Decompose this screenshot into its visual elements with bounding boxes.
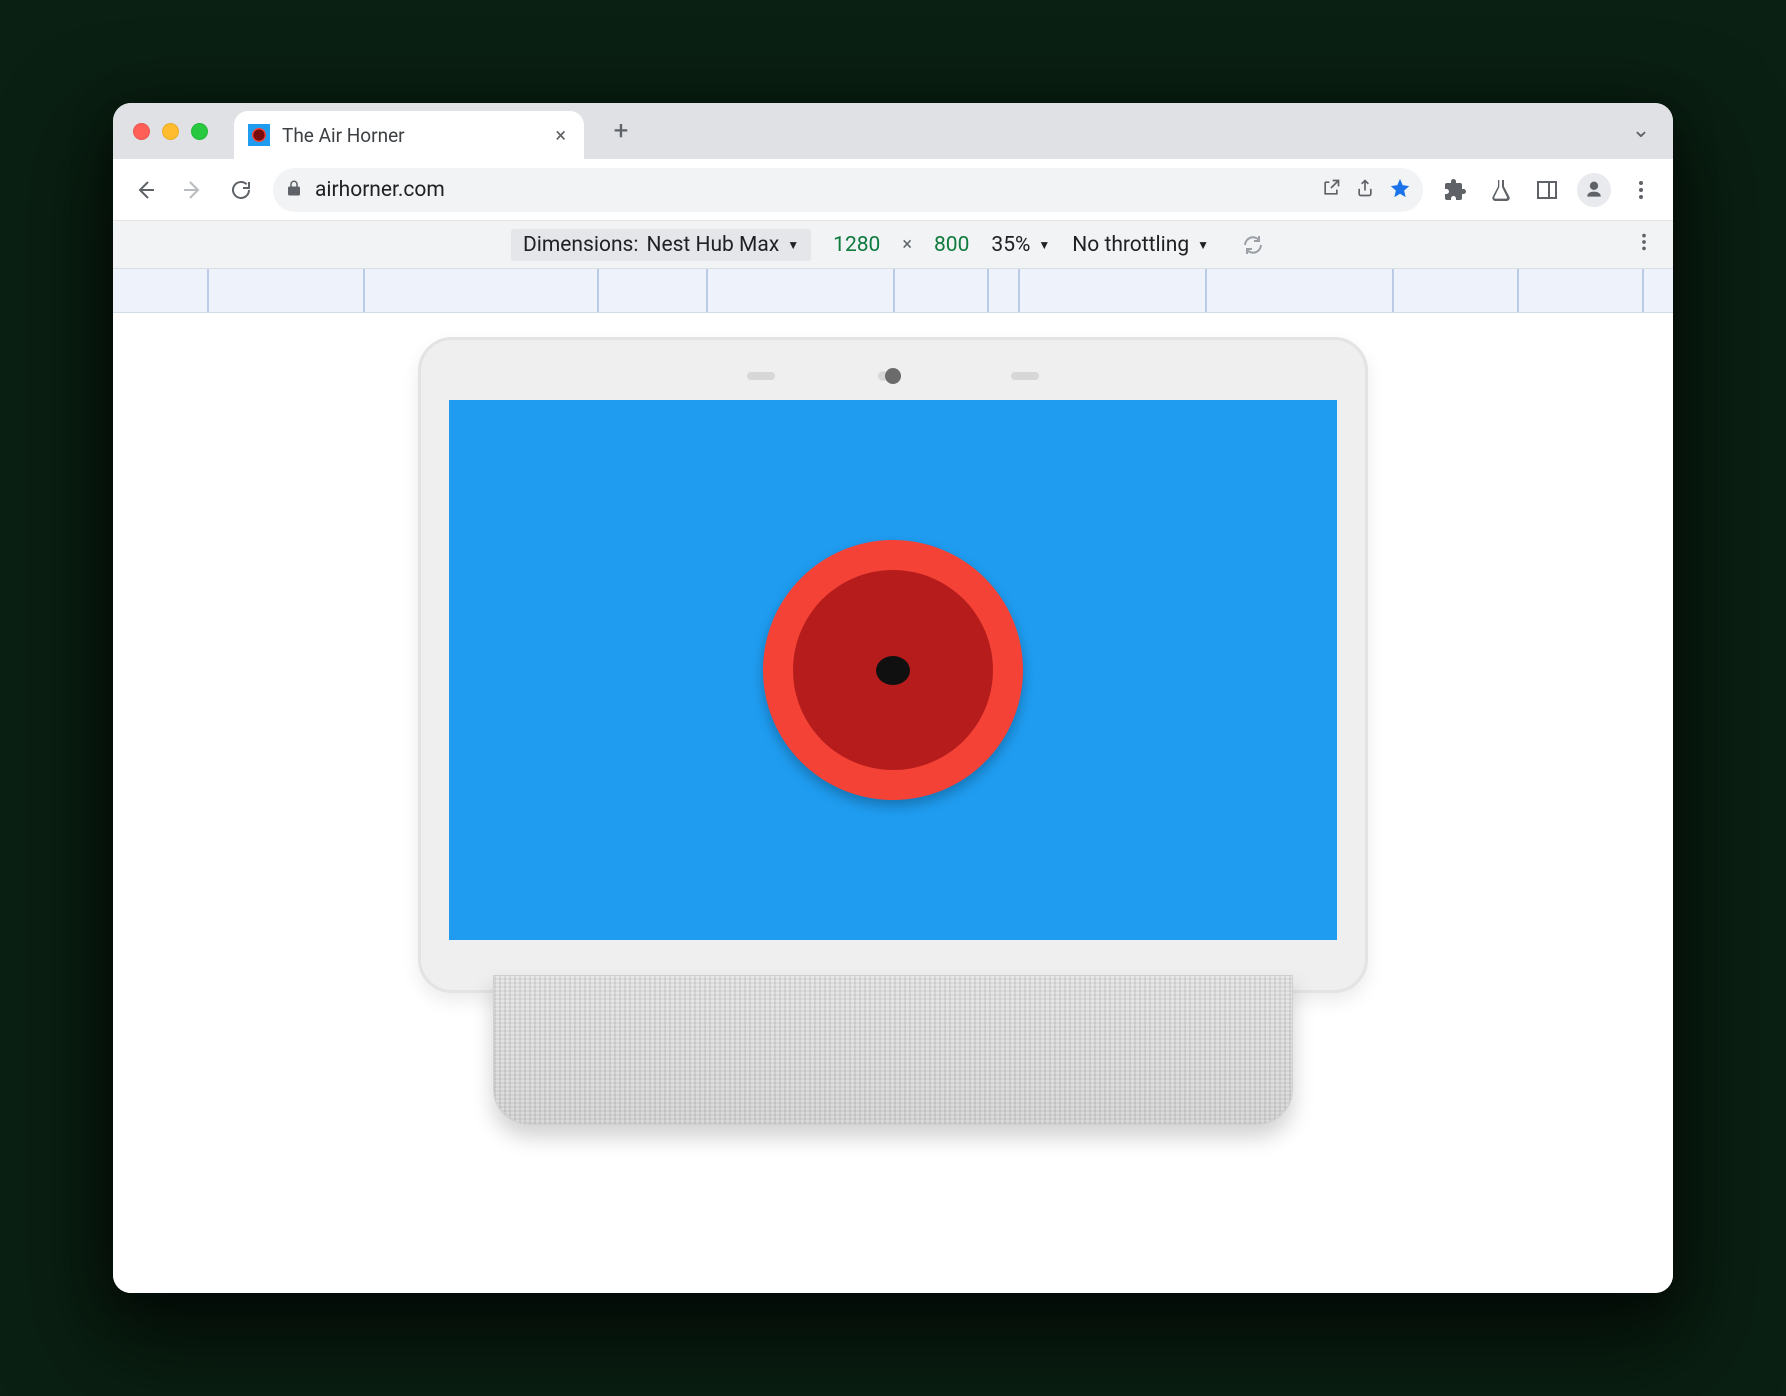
puzzle-icon (1443, 178, 1467, 202)
airhorn-button[interactable] (763, 540, 1023, 800)
lock-icon (285, 179, 303, 201)
share-icon[interactable] (1355, 178, 1375, 202)
tab-close-button[interactable]: × (555, 123, 566, 147)
media-query-ruler[interactable] (113, 269, 1673, 313)
throttling-selector[interactable]: No throttling ▼ (1072, 233, 1209, 257)
arrow-right-icon (181, 178, 205, 202)
sensor-pill-icon (1011, 372, 1039, 380)
extensions-button[interactable] (1433, 168, 1477, 212)
browser-window: The Air Horner × + airhorner.com (113, 103, 1673, 1293)
device-toolbar: Dimensions: Nest Hub Max ▼ 1280 × 800 35… (113, 221, 1673, 269)
rotate-icon (1241, 233, 1265, 257)
chrome-menu-button[interactable] (1619, 168, 1663, 212)
panel-icon (1535, 178, 1559, 202)
dimension-separator: × (902, 234, 912, 255)
rotate-button[interactable] (1231, 223, 1275, 267)
new-tab-button[interactable]: + (598, 110, 644, 152)
window-zoom-button[interactable] (191, 123, 208, 140)
chevron-down-icon: ▼ (1197, 238, 1209, 252)
reload-button[interactable] (219, 168, 263, 212)
omnibox[interactable]: airhorner.com (273, 168, 1423, 212)
chevron-down-icon: ▼ (787, 238, 799, 252)
dots-vertical-icon (1629, 178, 1653, 202)
window-controls (133, 123, 208, 140)
viewport-height-input[interactable]: 800 (934, 233, 969, 257)
zoom-selector[interactable]: 35% ▼ (991, 233, 1050, 257)
reload-icon (229, 178, 253, 202)
dimensions-prefix: Dimensions: (523, 233, 638, 257)
device-screen[interactable] (449, 400, 1337, 940)
profile-avatar-button[interactable] (1577, 173, 1611, 207)
airhorn-inner (793, 570, 993, 770)
address-toolbar: airhorner.com (113, 159, 1673, 221)
window-minimize-button[interactable] (162, 123, 179, 140)
omnibox-url: airhorner.com (315, 178, 1309, 202)
side-panel-button[interactable] (1525, 168, 1569, 212)
camera-icon (885, 368, 901, 384)
nav-forward-button[interactable] (171, 168, 215, 212)
device-bezel (418, 337, 1368, 993)
titlebar: The Air Horner × + (113, 103, 1673, 159)
device-toolbar-menu[interactable] (1633, 231, 1655, 259)
device-frame (418, 337, 1368, 1125)
bookmark-star-icon[interactable] (1389, 177, 1411, 203)
zoom-value: 35% (991, 233, 1030, 257)
open-external-icon[interactable] (1321, 178, 1341, 202)
device-speaker-base (493, 975, 1293, 1125)
window-close-button[interactable] (133, 123, 150, 140)
toolbar-right (1433, 168, 1663, 212)
device-sensors (449, 368, 1337, 384)
labs-button[interactable] (1479, 168, 1523, 212)
tabs-dropdown-button[interactable] (1621, 111, 1661, 151)
nav-back-button[interactable] (123, 168, 167, 212)
plus-icon: + (614, 116, 629, 146)
avatar-icon (1584, 180, 1604, 200)
arrow-left-icon (133, 178, 157, 202)
flask-icon (1489, 178, 1513, 202)
favicon-icon (248, 124, 270, 146)
dots-vertical-icon (1633, 231, 1655, 253)
airhorn-dot-icon (876, 656, 910, 685)
viewport-width-input[interactable]: 1280 (833, 233, 880, 257)
throttling-value: No throttling (1072, 233, 1189, 257)
chevron-down-icon: ▼ (1038, 238, 1050, 252)
browser-tab[interactable]: The Air Horner × (234, 111, 584, 159)
sensor-pill-icon (747, 372, 775, 380)
emulated-viewport (113, 313, 1673, 1293)
device-selector[interactable]: Dimensions: Nest Hub Max ▼ (511, 229, 811, 261)
tab-title: The Air Horner (282, 124, 543, 147)
device-name: Nest Hub Max (646, 233, 779, 257)
